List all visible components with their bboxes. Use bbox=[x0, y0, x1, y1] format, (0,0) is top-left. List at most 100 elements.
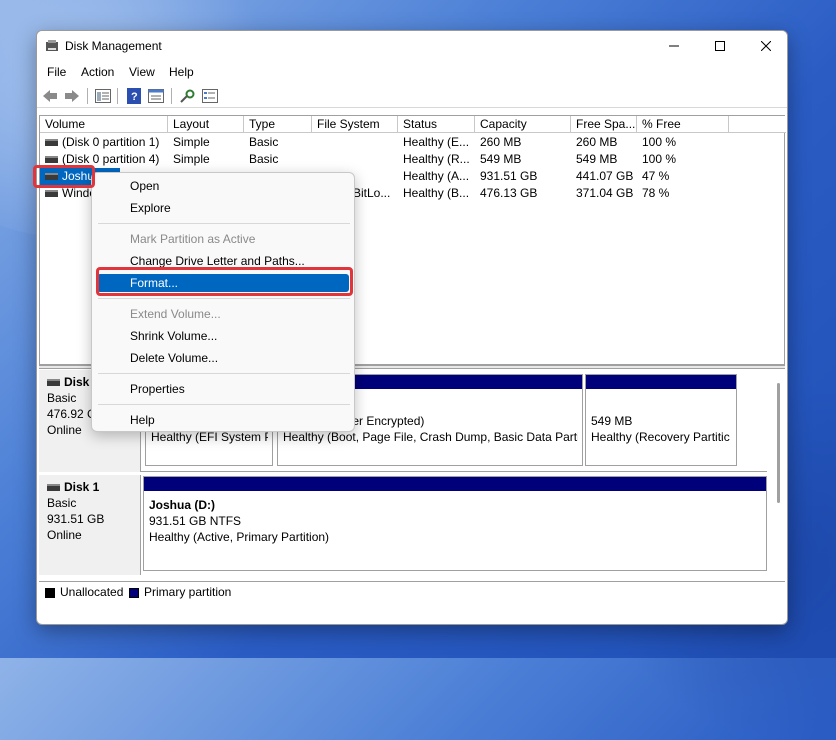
minimize-button[interactable] bbox=[651, 31, 697, 61]
capacity-cell: 549 MB bbox=[480, 152, 522, 166]
help-button[interactable]: ? bbox=[125, 87, 143, 105]
capacity-cell: 476.13 GB bbox=[480, 186, 538, 200]
fs-cell: BitLo... bbox=[353, 186, 391, 200]
partition-recovery[interactable]: 549 MB Healthy (Recovery Partitic bbox=[585, 374, 737, 466]
layout-cell: Simple bbox=[173, 152, 210, 166]
maximize-icon bbox=[715, 41, 725, 51]
partition-recovery-status: Healthy (Recovery Partitic bbox=[591, 430, 730, 444]
minimize-icon bbox=[669, 45, 679, 47]
maximize-button[interactable] bbox=[697, 31, 743, 61]
menu-file[interactable]: File bbox=[47, 65, 66, 79]
menu-mark-active: Mark Partition as Active bbox=[130, 232, 256, 246]
capacity-cell: 260 MB bbox=[480, 135, 522, 149]
menu-explore[interactable]: Explore bbox=[130, 201, 171, 215]
column-header-file-system[interactable]: File System bbox=[312, 116, 398, 133]
type-cell: Basic bbox=[249, 152, 279, 166]
menu-shrink-volume[interactable]: Shrink Volume... bbox=[130, 329, 217, 343]
close-button[interactable] bbox=[743, 31, 787, 61]
column-header-status[interactable]: Status bbox=[398, 116, 475, 133]
volume-icon bbox=[45, 156, 58, 164]
toolbar-separator bbox=[117, 88, 118, 104]
column-header-volume[interactable]: Volume bbox=[40, 116, 168, 133]
menu-help[interactable]: Help bbox=[169, 65, 194, 79]
title-bar: Disk Management bbox=[37, 31, 787, 61]
connect-button[interactable] bbox=[178, 87, 196, 105]
table-row[interactable]: (Disk 0 partition 4) Simple Basic Health… bbox=[40, 151, 784, 168]
arrow-right-icon bbox=[65, 90, 79, 102]
pct-cell: 47 % bbox=[642, 169, 670, 183]
disk-1-type: Basic bbox=[47, 496, 77, 510]
partition-joshua-status: Healthy (Active, Primary Partition) bbox=[149, 530, 330, 544]
svg-text:?: ? bbox=[131, 91, 138, 103]
disk-1-row[interactable]: Disk 1 Basic 931.51 GB Online Joshua (D:… bbox=[39, 475, 767, 575]
status-cell: Healthy (B... bbox=[403, 186, 470, 200]
free-cell: 441.07 GB bbox=[576, 169, 634, 183]
legend-unallocated-label: Unallocated bbox=[60, 585, 124, 599]
back-button[interactable] bbox=[41, 87, 59, 105]
vertical-scrollbar[interactable] bbox=[773, 373, 783, 573]
menu-separator bbox=[98, 223, 350, 224]
disk-1-name: Disk 1 bbox=[64, 480, 100, 494]
disk-icon bbox=[47, 484, 60, 492]
disk-0-name: Disk bbox=[64, 375, 90, 389]
column-header-filler bbox=[729, 116, 786, 133]
toolbar-separator bbox=[171, 88, 172, 104]
volume-icon bbox=[45, 190, 58, 198]
menu-delete-volume[interactable]: Delete Volume... bbox=[130, 351, 218, 365]
disk-1-label[interactable]: Disk 1 Basic 931.51 GB Online bbox=[39, 475, 141, 575]
legend: Unallocated Primary partition bbox=[39, 581, 785, 601]
column-header-free-space[interactable]: Free Spa... bbox=[571, 116, 637, 133]
forward-button[interactable] bbox=[63, 87, 81, 105]
free-cell: 371.04 GB bbox=[576, 186, 634, 200]
menu-help-item[interactable]: Help bbox=[130, 413, 155, 427]
legend-primary: Primary partition bbox=[129, 585, 231, 599]
legend-primary-label: Primary partition bbox=[144, 585, 232, 599]
partition-color-bar bbox=[586, 375, 736, 389]
pct-cell: 78 % bbox=[642, 186, 670, 200]
column-header-layout[interactable]: Layout bbox=[168, 116, 244, 133]
arrow-left-icon bbox=[43, 90, 57, 102]
callout-format-item bbox=[96, 267, 353, 296]
menu-separator bbox=[98, 404, 350, 405]
scrollbar-thumb[interactable] bbox=[777, 383, 780, 503]
menu-open[interactable]: Open bbox=[130, 179, 159, 193]
menu-change-drive-letter[interactable]: Change Drive Letter and Paths... bbox=[130, 254, 305, 268]
column-header-capacity[interactable]: Capacity bbox=[475, 116, 571, 133]
legend-swatch-unallocated bbox=[45, 587, 55, 598]
volume-icon bbox=[45, 139, 58, 147]
column-header-type[interactable]: Type bbox=[244, 116, 312, 133]
key-icon bbox=[180, 89, 195, 103]
column-header-percent-free[interactable]: % Free bbox=[637, 116, 729, 133]
legend-swatch-primary bbox=[129, 587, 139, 598]
legend-unallocated: Unallocated bbox=[45, 585, 123, 599]
disk-icon bbox=[47, 379, 60, 387]
disk-1-size: 931.51 GB bbox=[47, 512, 105, 526]
settings-toolbar-button[interactable] bbox=[201, 87, 219, 105]
partition-recovery-size: 549 MB bbox=[591, 414, 633, 428]
pct-cell: 100 % bbox=[642, 152, 677, 166]
properties-toolbar-button[interactable] bbox=[147, 87, 165, 105]
status-cell: Healthy (R... bbox=[403, 152, 470, 166]
toolbar-separator bbox=[87, 88, 88, 104]
help-icon: ? bbox=[127, 88, 141, 104]
disk-management-icon bbox=[46, 40, 58, 51]
show-hide-console-tree-button[interactable] bbox=[94, 87, 112, 105]
menu-extend-volume: Extend Volume... bbox=[130, 307, 221, 321]
console-tree-icon bbox=[95, 89, 111, 103]
window-title: Disk Management bbox=[65, 39, 162, 53]
menu-separator bbox=[98, 298, 350, 299]
callout-joshua-volume bbox=[33, 165, 95, 188]
type-cell: Basic bbox=[249, 135, 279, 149]
volume-name: (Disk 0 partition 4) bbox=[62, 152, 160, 166]
table-row[interactable]: (Disk 0 partition 1) Simple Basic Health… bbox=[40, 134, 784, 151]
menu-view[interactable]: View bbox=[129, 65, 155, 79]
close-icon bbox=[761, 41, 771, 51]
properties-icon bbox=[148, 89, 164, 103]
partition-joshua[interactable]: Joshua (D:) 931.51 GB NTFS Healthy (Acti… bbox=[143, 476, 767, 571]
free-cell: 549 MB bbox=[576, 152, 618, 166]
disk-1-state: Online bbox=[47, 528, 82, 542]
layout-cell: Simple bbox=[173, 135, 210, 149]
menu-action[interactable]: Action bbox=[81, 65, 114, 79]
partition-joshua-fs: 931.51 GB NTFS bbox=[149, 514, 242, 528]
menu-properties[interactable]: Properties bbox=[130, 382, 185, 396]
